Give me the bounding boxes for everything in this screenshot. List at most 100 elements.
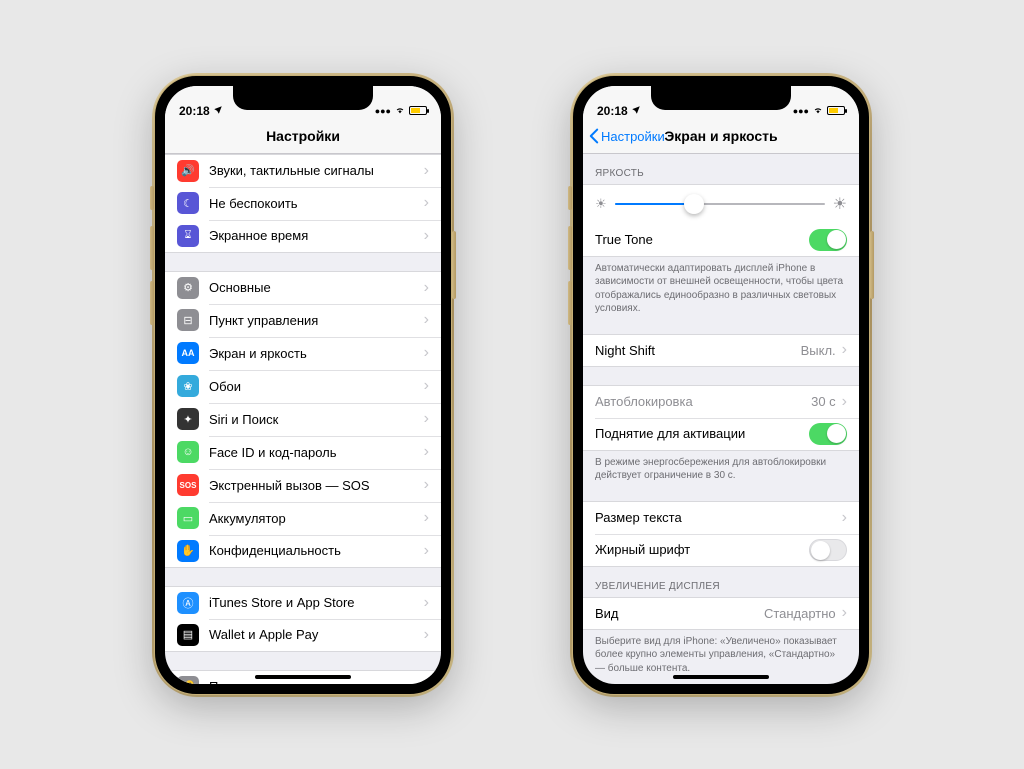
notch [651, 86, 791, 110]
row-raise-to-wake[interactable]: Поднятие для активации [583, 418, 859, 451]
chevron-right-icon: › [424, 410, 429, 428]
page-title: Экран и яркость [664, 128, 777, 144]
settings-row-wallet[interactable]: ▤Wallet и Apple Pay› [165, 619, 441, 652]
row-label: Обои [209, 379, 424, 394]
appstore-icon: Ⓐ [177, 592, 199, 614]
wifi-icon [394, 104, 406, 118]
row-truetone[interactable]: True Tone [583, 224, 859, 257]
back-button[interactable]: Настройки [589, 128, 665, 144]
status-time: 20:18 [597, 104, 628, 118]
page-title: Настройки [266, 128, 340, 144]
chevron-right-icon: › [424, 227, 429, 245]
settings-row-control[interactable]: ⊟ Пункт управления› [165, 304, 441, 337]
siri-icon: ✦ [177, 408, 199, 430]
raise-label: Поднятие для активации [595, 426, 809, 441]
section-header-brightness: ЯРКОСТЬ [583, 154, 859, 184]
section-header-zoom: УВЕЛИЧЕНИЕ ДИСПЛЕЯ [583, 567, 859, 597]
location-icon [213, 104, 223, 118]
row-text-size[interactable]: Размер текста › [583, 501, 859, 534]
textsize-label: Размер текста [595, 510, 842, 525]
nightshift-value: Выкл. [801, 343, 836, 358]
location-icon [631, 104, 641, 118]
wallpaper-icon: ❀ [177, 375, 199, 397]
nav-bar: Настройки Экран и яркость [583, 120, 859, 154]
chevron-right-icon: › [424, 194, 429, 212]
chevron-right-icon: › [424, 443, 429, 461]
battery-icon [827, 106, 845, 115]
phone-left: 20:18 ●●● Настройки 🔊Звуки, тактильные с… [154, 75, 452, 695]
nightshift-label: Night Shift [595, 343, 801, 358]
chevron-right-icon: › [424, 344, 429, 362]
chevron-right-icon: › [842, 341, 847, 359]
screentime-icon: ⌛︎ [177, 225, 199, 247]
row-view[interactable]: Вид Стандартно › [583, 597, 859, 630]
settings-row-display[interactable]: AA Экран и яркость› [165, 337, 441, 370]
wifi-icon [812, 104, 824, 118]
chevron-right-icon: › [842, 509, 847, 527]
cellular-icon: ●●● [793, 106, 809, 116]
row-label: Wallet и Apple Pay [209, 627, 424, 642]
notch [233, 86, 373, 110]
chevron-right-icon: › [424, 311, 429, 329]
autolock-label: Автоблокировка [595, 394, 811, 409]
home-indicator[interactable] [673, 675, 769, 679]
settings-row-privacy[interactable]: ✋Конфиденциальность› [165, 535, 441, 568]
row-label: Аккумулятор [209, 511, 424, 526]
chevron-right-icon: › [424, 509, 429, 527]
chevron-right-icon: › [842, 393, 847, 411]
faceid-icon: ☺︎ [177, 441, 199, 463]
nav-bar: Настройки [165, 120, 441, 154]
control-icon: ⊟ [177, 309, 199, 331]
row-label: Siri и Поиск [209, 412, 424, 427]
chevron-right-icon: › [424, 476, 429, 494]
general-icon: ⚙︎ [177, 277, 199, 299]
chevron-right-icon: › [424, 377, 429, 395]
raise-toggle[interactable] [809, 423, 847, 445]
autolock-value: 30 с [811, 394, 836, 409]
battery-icon [409, 106, 427, 115]
row-label: Экранное время [209, 228, 424, 243]
settings-row-battery[interactable]: ▭Аккумулятор› [165, 502, 441, 535]
bold-toggle[interactable] [809, 539, 847, 561]
chevron-right-icon: › [424, 162, 429, 180]
settings-row-siri[interactable]: ✦ Siri и Поиск› [165, 403, 441, 436]
chevron-right-icon: › [424, 678, 429, 684]
chevron-right-icon: › [424, 542, 429, 560]
settings-row-sos[interactable]: SOSЭкстренный вызов — SOS› [165, 469, 441, 502]
brightness-slider[interactable] [615, 203, 825, 205]
row-label: Пункт управления [209, 313, 424, 328]
truetone-footer: Автоматически адаптировать дисплей iPhon… [583, 257, 859, 316]
settings-list[interactable]: 🔊Звуки, тактильные сигналы› ☾ Не беспокоит… [165, 154, 441, 684]
view-value: Стандартно [764, 606, 836, 621]
chevron-right-icon: › [424, 279, 429, 297]
truetone-label: True Tone [595, 232, 809, 247]
chevron-right-icon: › [424, 626, 429, 644]
display-icon: AA [177, 342, 199, 364]
bold-label: Жирный шрифт [595, 542, 809, 557]
settings-row-dnd[interactable]: ☾ Не беспокоить› [165, 187, 441, 220]
settings-row-sounds[interactable]: 🔊Звуки, тактильные сигналы› [165, 154, 441, 187]
row-nightshift[interactable]: Night Shift Выкл. › [583, 334, 859, 367]
row-label: Не беспокоить [209, 196, 424, 211]
dnd-icon: ☾ [177, 192, 199, 214]
settings-row-general[interactable]: ⚙︎ Основные› [165, 271, 441, 304]
settings-row-screentime[interactable]: ⌛︎ Экранное время› [165, 220, 441, 253]
row-autolock[interactable]: Автоблокировка 30 с › [583, 385, 859, 418]
zoom-footer: Выберите вид для iPhone: «Увеличено» пок… [583, 630, 859, 676]
passwords-icon: 🔑 [177, 676, 199, 684]
row-label: Основные [209, 280, 424, 295]
row-label: Конфиденциальность [209, 543, 424, 558]
display-settings[interactable]: ЯРКОСТЬ ☀︎ ☀︎ True Tone Автоматически ад… [583, 154, 859, 684]
home-indicator[interactable] [255, 675, 351, 679]
brightness-slider-row: ☀︎ ☀︎ [583, 184, 859, 224]
row-label: Звуки, тактильные сигналы [209, 163, 424, 178]
settings-row-faceid[interactable]: ☺︎Face ID и код-пароль› [165, 436, 441, 469]
row-bold-text[interactable]: Жирный шрифт [583, 534, 859, 567]
settings-row-appstore[interactable]: ⒶiTunes Store и App Store› [165, 586, 441, 619]
truetone-toggle[interactable] [809, 229, 847, 251]
sun-low-icon: ☀︎ [595, 196, 607, 212]
autolock-footer: В режиме энергосбережения для автоблокир… [583, 451, 859, 483]
view-label: Вид [595, 606, 764, 621]
row-label: Экран и яркость [209, 346, 424, 361]
settings-row-wallpaper[interactable]: ❀ Обои› [165, 370, 441, 403]
